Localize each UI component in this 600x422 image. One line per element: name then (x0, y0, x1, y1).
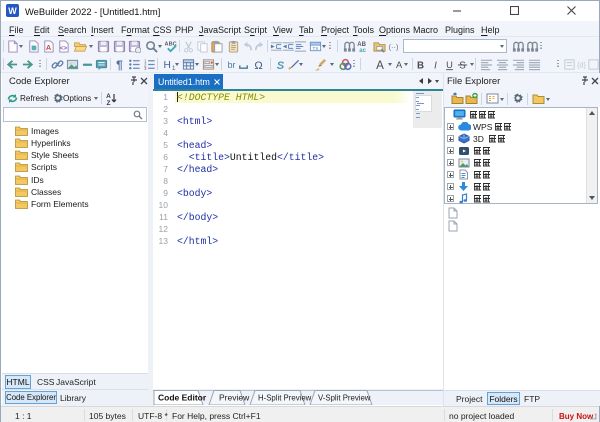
svg-text:W: W (8, 6, 17, 16)
svg-text:Code Editor: Code Editor (158, 393, 207, 403)
svg-text:Ω: Ω (254, 60, 262, 71)
svg-text:AB: AB (357, 42, 366, 48)
svg-text:¶: ¶ (116, 58, 123, 71)
svg-text:S: S (459, 60, 466, 70)
svg-text:br: br (228, 60, 236, 70)
svg-text:A: A (396, 60, 403, 70)
svg-text:<>: <> (60, 45, 68, 52)
svg-text:(··): (··) (389, 42, 399, 51)
svg-text:{d}: {d} (577, 60, 587, 69)
svg-text:A: A (46, 43, 52, 52)
svg-text:Z: Z (107, 100, 111, 105)
svg-text:Preview: Preview (219, 393, 250, 403)
svg-text:TX: TX (313, 45, 319, 50)
svg-text:S: S (277, 60, 285, 71)
svg-text:B: B (417, 60, 424, 70)
svg-text:U: U (446, 60, 453, 70)
svg-text:V-Split Preview: V-Split Preview (318, 394, 371, 403)
svg-text:A: A (376, 59, 384, 71)
svg-text:ac: ac (359, 48, 366, 53)
svg-text:I: I (434, 60, 437, 70)
svg-text:A: A (106, 93, 111, 100)
svg-text:3: 3 (144, 66, 147, 71)
svg-text:H-Split Preview: H-Split Preview (258, 394, 312, 403)
svg-text:H: H (164, 60, 171, 71)
